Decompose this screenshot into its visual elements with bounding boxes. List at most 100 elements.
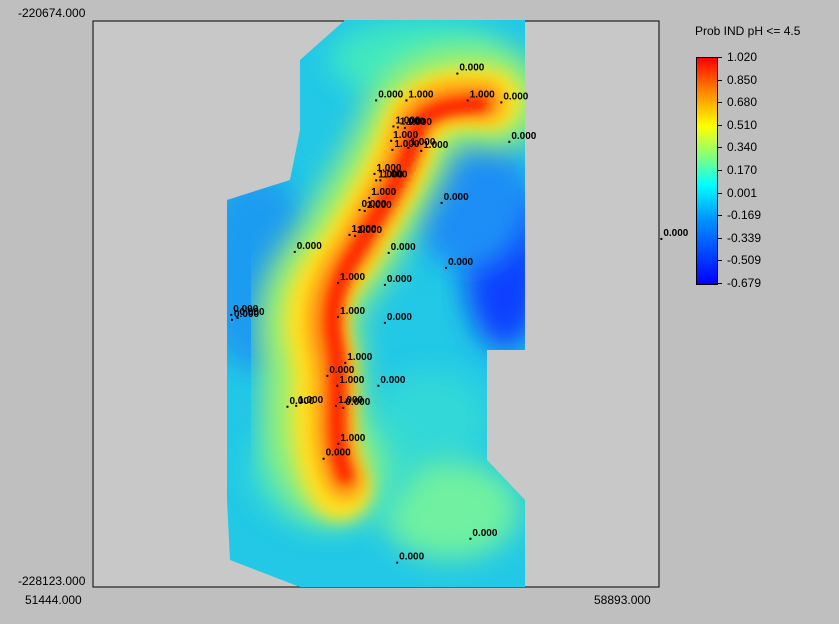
- sample-point: [390, 139, 393, 142]
- sample-point-label: 1.000: [340, 433, 365, 444]
- sample-point-label: 0.000: [459, 63, 484, 74]
- sample-point: [660, 237, 663, 240]
- sample-point-label: 0.000: [297, 241, 322, 252]
- sample-point: [337, 442, 340, 445]
- legend-tick-label: -0.339: [727, 230, 762, 245]
- sample-point-label: 0.000: [399, 552, 424, 563]
- sample-point: [469, 537, 472, 540]
- sample-point: [456, 72, 459, 75]
- sample-point-label: 1.000: [423, 140, 448, 151]
- sample-point: [403, 126, 406, 129]
- legend-tick-label: 0.170: [727, 163, 758, 177]
- legend-tick-label: -0.509: [727, 253, 762, 268]
- legend-tick-label: -0.169: [727, 208, 762, 223]
- sample-point-label: 1.000: [357, 225, 382, 236]
- legend-tick-mark: [717, 147, 722, 149]
- sample-point-label: 0.000: [472, 528, 497, 539]
- sample-point: [420, 149, 423, 152]
- sample-point-label: 1.000: [407, 117, 432, 128]
- sample-point: [326, 374, 329, 377]
- y-axis-bottom-label: -228123.000: [18, 574, 86, 588]
- sample-point-label: 1.000: [339, 375, 364, 386]
- legend-tick-mark: [717, 237, 722, 239]
- sample-point: [342, 406, 345, 409]
- sample-point: [336, 384, 339, 387]
- sample-point-label: 1.000: [394, 139, 419, 150]
- sample-point-label: 0.000: [391, 242, 416, 253]
- sample-point: [373, 172, 376, 175]
- legend-tick-mark: [717, 79, 722, 81]
- legend-tick-mark: [717, 192, 722, 194]
- sample-point-label: 1.000: [298, 395, 323, 406]
- sample-point: [375, 179, 378, 182]
- legend-tick-mark: [717, 215, 722, 217]
- sample-point-label: 1.000: [340, 306, 365, 317]
- sample-point: [375, 99, 378, 102]
- sample-point: [383, 321, 386, 324]
- sample-point: [286, 405, 289, 408]
- sample-point-label: 0.000: [503, 91, 528, 102]
- sample-point: [445, 266, 448, 269]
- sample-point-label: 1.000: [470, 89, 495, 100]
- sample-point: [500, 101, 503, 104]
- legend-tick-label: -0.679: [727, 276, 762, 290]
- sample-point: [335, 404, 338, 407]
- sample-point-label: 0.000: [387, 274, 412, 285]
- legend-tick-mark: [717, 102, 722, 104]
- sample-point: [396, 561, 399, 564]
- sample-point: [344, 361, 347, 364]
- legend-title: Prob IND pH <= 4.5: [695, 24, 801, 38]
- sample-point-label: 1.000: [367, 200, 392, 211]
- sample-point: [392, 125, 395, 128]
- x-axis-left-label: 51444.000: [25, 593, 82, 607]
- sample-point: [337, 281, 340, 284]
- legend-tick-mark: [717, 283, 722, 284]
- sample-point: [387, 251, 390, 254]
- sample-point-label: 0.000: [326, 448, 351, 459]
- legend-tick-label: 0.001: [727, 185, 758, 200]
- sample-point-label: 0.000: [387, 312, 412, 323]
- legend-tick-mark: [717, 57, 722, 58]
- sample-point-label: 1.000: [340, 272, 365, 283]
- sample-point-label: 0.000: [380, 375, 405, 386]
- legend-tick-label: 1.020: [727, 50, 758, 64]
- sample-point: [377, 384, 380, 387]
- legend-tick-label: 0.340: [727, 140, 758, 155]
- sample-point-label: 0.000: [511, 131, 536, 142]
- sample-point: [363, 209, 366, 212]
- sample-point-label: 1.000: [347, 352, 372, 363]
- sample-point-label: 1.000: [382, 169, 407, 180]
- sample-point: [440, 201, 443, 204]
- sample-point: [379, 179, 382, 182]
- legend-tick-mark: [717, 170, 722, 171]
- sample-point: [231, 318, 234, 321]
- y-axis-top-label: -220674.000: [18, 6, 86, 20]
- sample-point-label: 1.000: [371, 187, 396, 198]
- sample-point: [348, 233, 351, 236]
- colorbar: [696, 57, 718, 285]
- sample-point: [508, 140, 511, 143]
- sample-point-label: 0.000: [663, 228, 688, 239]
- sample-point: [405, 99, 408, 102]
- sample-point: [391, 148, 394, 151]
- sample-point-label: 0.000: [444, 192, 469, 203]
- sample-point-label: 0.000: [378, 89, 403, 100]
- sample-point: [353, 234, 356, 237]
- sample-point: [358, 208, 361, 211]
- sample-point: [322, 457, 325, 460]
- sample-point: [337, 315, 340, 318]
- sample-point: [383, 283, 386, 286]
- legend-tick-label: 0.850: [727, 72, 758, 87]
- sample-point: [466, 99, 469, 102]
- legend-tick-label: 0.510: [727, 117, 758, 132]
- sample-point-label: 0.000: [345, 397, 370, 408]
- x-axis-right-label: 58893.000: [594, 593, 651, 607]
- sample-point-label: 0.000: [234, 309, 259, 320]
- sample-point: [293, 250, 296, 253]
- sample-point-label: 0.000: [448, 257, 473, 268]
- legend-tick-label: 0.680: [727, 95, 758, 110]
- legend-tick-mark: [717, 124, 722, 126]
- sample-point-label: 1.000: [408, 89, 433, 100]
- sample-point: [396, 126, 399, 129]
- sample-point: [230, 313, 233, 316]
